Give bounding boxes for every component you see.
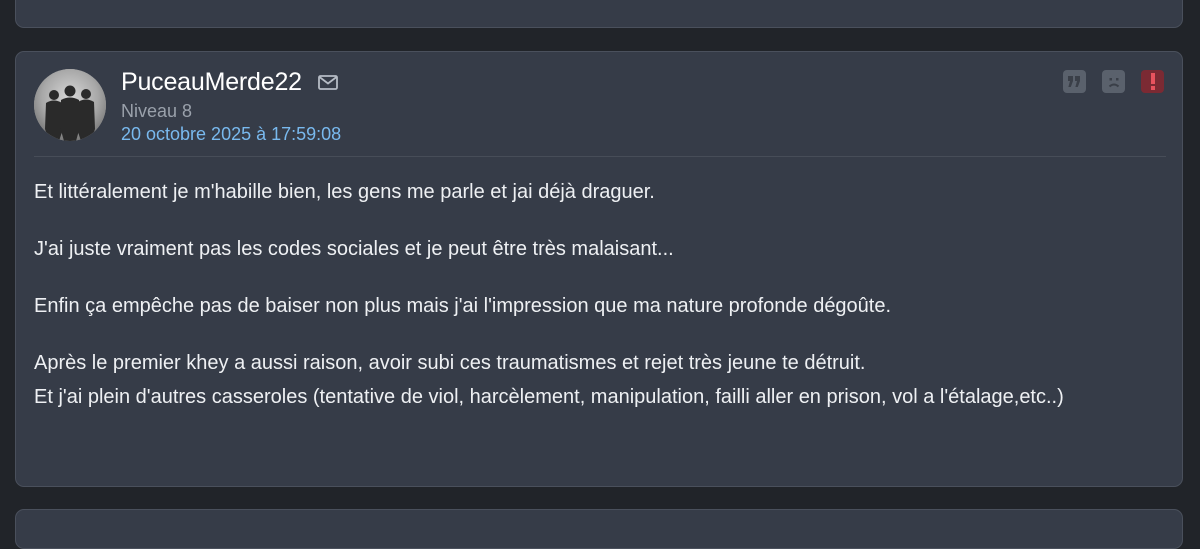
author-info: PuceauMerde22 Niveau 8 20 octobre 2025 à…	[121, 65, 341, 146]
exclamation-icon	[1150, 73, 1155, 90]
forum-post-card: PuceauMerde22 Niveau 8 20 octobre 2025 à…	[15, 51, 1183, 487]
report-button[interactable]	[1141, 70, 1164, 93]
post-paragraph: Après le premier khey a aussi raison, av…	[34, 346, 1144, 414]
avatar-image	[34, 69, 106, 141]
author-pseudo[interactable]: PuceauMerde22	[121, 67, 302, 97]
sad-face-icon	[1108, 77, 1119, 87]
quote-button[interactable]	[1063, 70, 1086, 93]
post-line: Et j'ai plein d'autres casseroles (tenta…	[34, 386, 1064, 408]
post-paragraph: Et littéralement je m'habille bien, les …	[34, 181, 655, 203]
author-level: Niveau 8	[121, 101, 193, 121]
post-body: Et littéralement je m'habille bien, les …	[34, 175, 1144, 437]
previous-post-card	[15, 0, 1183, 28]
author-avatar[interactable]	[34, 69, 106, 141]
post-actions	[1063, 70, 1164, 93]
post-date-link[interactable]: 20 octobre 2025 à 17:59:08	[121, 122, 341, 146]
post-paragraph: J'ai juste vraiment pas les codes social…	[34, 238, 674, 260]
post-paragraph: Enfin ça empêche pas de baiser non plus …	[34, 295, 892, 317]
header-divider	[34, 156, 1166, 157]
quote-icon	[1068, 76, 1080, 87]
blacklist-button[interactable]	[1102, 70, 1125, 93]
next-post-card	[15, 509, 1183, 549]
envelope-icon[interactable]	[317, 74, 338, 90]
post-line: Après le premier khey a aussi raison, av…	[34, 352, 866, 374]
